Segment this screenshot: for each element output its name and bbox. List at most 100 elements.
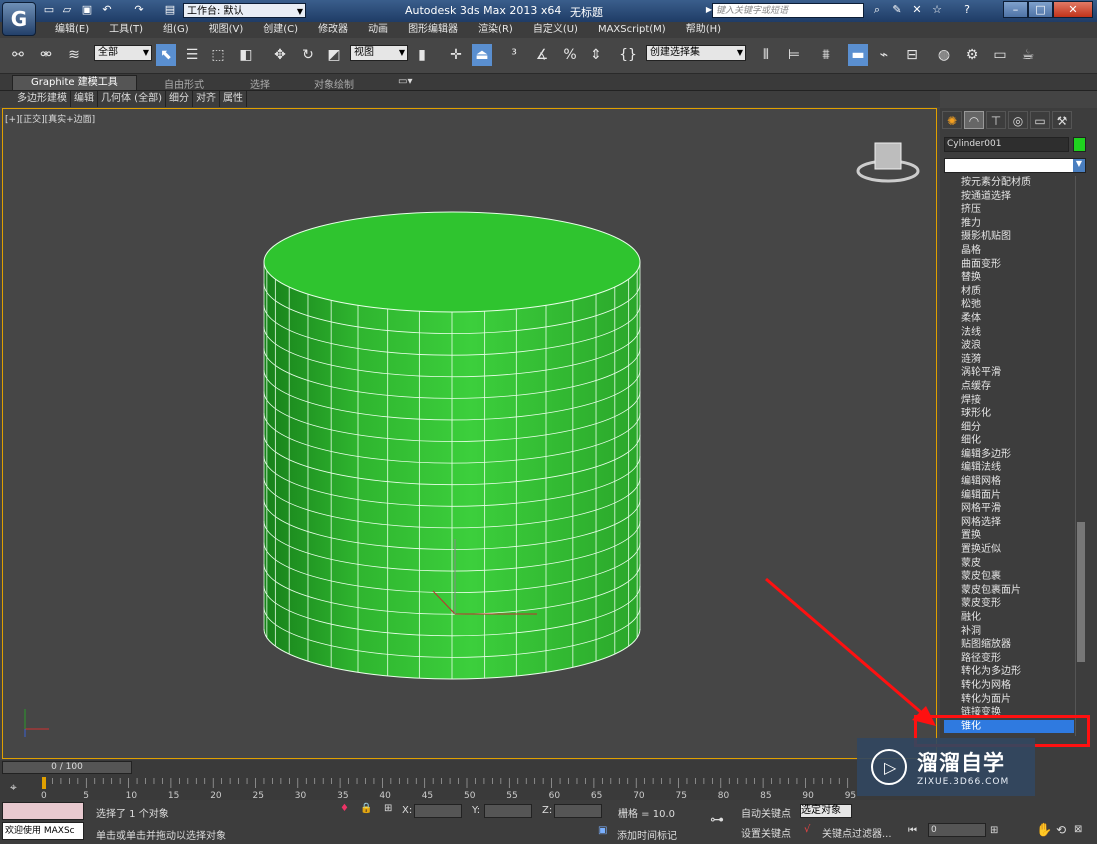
goto-start-icon[interactable]: ⏮ [908,825,917,836]
x-coordinate-field[interactable] [414,804,462,818]
render-setup-icon[interactable]: ⚙ [962,44,982,66]
percent-snap-icon[interactable]: % [560,44,580,66]
modifier-list-item[interactable]: 推力 [944,217,1074,231]
menu-item[interactable]: 组(G) [153,22,199,38]
scale-icon[interactable]: ◩ [324,44,344,66]
viewport-ortho[interactable]: [+][正交][真实+边面] [2,108,937,759]
reference-coordinate-dropdown[interactable]: 视图 ▼ [350,45,408,61]
modifier-list-item[interactable]: 球形化 [944,407,1074,421]
ribbon-subtab[interactable]: 编辑 [71,91,98,107]
modifier-list-item[interactable]: 材质 [944,285,1074,299]
angle-snap-icon[interactable]: ∡ [532,44,552,66]
close-button[interactable]: ✕ [1053,1,1093,18]
modifier-list-item[interactable]: 贴图缩放器 [944,638,1074,652]
z-coordinate-field[interactable] [554,804,602,818]
modifier-list-dropdown[interactable]: ▼ [944,158,1086,173]
layer-manager-icon[interactable]: ⩩ [816,44,836,66]
undo-icon[interactable]: ↶ [100,3,114,17]
modifier-list-item[interactable]: 网格选择 [944,516,1074,530]
key-mode-dropdown[interactable]: 选定对象 [800,804,852,818]
select-link-icon[interactable]: ⚯ [8,44,28,66]
modifier-list-item[interactable]: 挤压 [944,203,1074,217]
key-icon[interactable]: ⊶ [710,812,724,828]
redo-icon[interactable]: ↷ [132,3,146,17]
modifier-list-item[interactable]: 曲面变形 [944,258,1074,272]
modifier-list-item[interactable]: 转化为面片 [944,693,1074,707]
current-frame-marker[interactable] [42,777,46,789]
new-file-icon[interactable]: ▭ [42,3,56,17]
minimize-button[interactable]: – [1003,1,1028,18]
tab-object-paint[interactable]: 对象绘制 [314,76,354,91]
zoom-extents-icon[interactable]: ⊞ [990,825,998,836]
auto-key-button[interactable]: 自动关键点 [741,805,791,820]
menu-item[interactable]: 图形编辑器 [398,22,468,38]
isolate-icon[interactable]: ♦ [340,803,349,814]
rectangular-selection-icon[interactable]: ⬚ [208,44,228,66]
create-tab-icon[interactable]: ✺ [942,111,962,129]
object-color-swatch[interactable] [1073,137,1086,152]
modifier-list-item[interactable]: 法线 [944,326,1074,340]
modifier-list-item[interactable]: 波浪 [944,339,1074,353]
modifier-list-item[interactable]: 编辑面片 [944,489,1074,503]
object-name-field[interactable]: Cylinder001 [944,137,1069,152]
keyboard-shortcut-override-icon[interactable]: ⏏ [472,44,492,66]
maximize-viewport-icon[interactable]: ⊠ [1074,824,1082,835]
bind-space-warp-icon[interactable]: ≋ [64,44,84,66]
modifier-list-item[interactable]: 补洞 [944,625,1074,639]
menu-item[interactable]: 修改器 [308,22,358,38]
current-frame-field[interactable]: 0 [928,823,986,837]
modifier-list-item[interactable]: 焊接 [944,394,1074,408]
window-crossing-icon[interactable]: ◧ [236,44,256,66]
select-object-icon[interactable]: ⬉ [156,44,176,66]
track-bar[interactable]: 0 5 10 15 20 25 30 35 40 45 50 55 60 65 70 75 80 85 90 95 [0,776,940,800]
selection-filter-dropdown[interactable]: 全部 ▼ [94,45,152,61]
ribbon-options-icon[interactable]: ▭▾ [398,76,412,87]
menu-item[interactable]: 视图(V) [199,22,254,38]
modifier-list-item[interactable]: 蒙皮包裹 [944,570,1074,584]
ribbon-subtab[interactable]: 对齐 [193,91,220,107]
motion-tab-icon[interactable]: ◎ [1008,111,1028,129]
modifier-list-item[interactable]: 细化 [944,434,1074,448]
mirror-icon[interactable]: ⫴ [756,44,776,66]
subscription-icon[interactable]: ✎ [890,3,904,17]
modifier-list-item[interactable]: 编辑多边形 [944,448,1074,462]
open-file-icon[interactable]: ▱ [60,3,74,17]
menu-item[interactable]: 动画 [358,22,398,38]
modifier-list-item[interactable]: 摄影机贴图 [944,230,1074,244]
hierarchy-tab-icon[interactable]: ⊤ [986,111,1006,129]
ribbon-subtab[interactable]: 属性 [220,91,247,107]
modifier-list-item[interactable]: 路径变形 [944,652,1074,666]
y-coordinate-field[interactable] [484,804,532,818]
modify-tab-icon[interactable]: ◠ [964,111,984,129]
modifier-list-item[interactable]: 转化为网格 [944,679,1074,693]
mini-curve-editor-icon[interactable]: ⌖ [10,780,17,795]
save-icon[interactable]: ▣ [80,3,94,17]
modifier-list-item[interactable]: 涟漪 [944,353,1074,367]
add-time-tag-icon[interactable]: ▣ [598,825,607,836]
schematic-view-icon[interactable]: ⊟ [902,44,922,66]
snap-toggle-icon[interactable]: ³ [504,44,524,66]
modifier-list-item[interactable]: 转化为多边形 [944,665,1074,679]
menu-item[interactable]: 工具(T) [99,22,153,38]
spinner-snap-icon[interactable]: ⇕ [586,44,606,66]
modifier-list-item[interactable]: 涡轮平滑 [944,366,1074,380]
pan-view-icon[interactable]: ✋ [1036,823,1052,838]
move-icon[interactable]: ✥ [270,44,290,66]
set-key-button[interactable]: 设置关键点 [741,825,791,840]
display-tab-icon[interactable]: ▭ [1030,111,1050,129]
menu-item[interactable]: 自定义(U) [523,22,588,38]
modifier-list-item[interactable]: 点缓存 [944,380,1074,394]
modifier-list-item[interactable]: 松弛 [944,298,1074,312]
orbit-icon[interactable]: ⟲ [1056,823,1066,837]
app-logo-button[interactable]: G [2,2,36,36]
menu-item[interactable]: 渲染(R) [468,22,523,38]
modifier-list-item[interactable]: 编辑网格 [944,475,1074,489]
time-slider[interactable]: 0 / 100 [2,761,132,774]
ribbon-subtab[interactable]: 多边形建模 [14,91,71,107]
graphite-toggle-icon[interactable]: ▬ [848,44,868,66]
modifier-list-item[interactable]: 蒙皮包裹面片 [944,584,1074,598]
render-teapot-icon[interactable]: ☕ [1018,44,1038,66]
workspace-dropdown[interactable]: 工作台: 默认 ▼ [183,3,306,18]
ribbon-subtab[interactable]: 细分 [166,91,193,107]
edit-named-selection-icon[interactable]: {} [618,44,638,66]
